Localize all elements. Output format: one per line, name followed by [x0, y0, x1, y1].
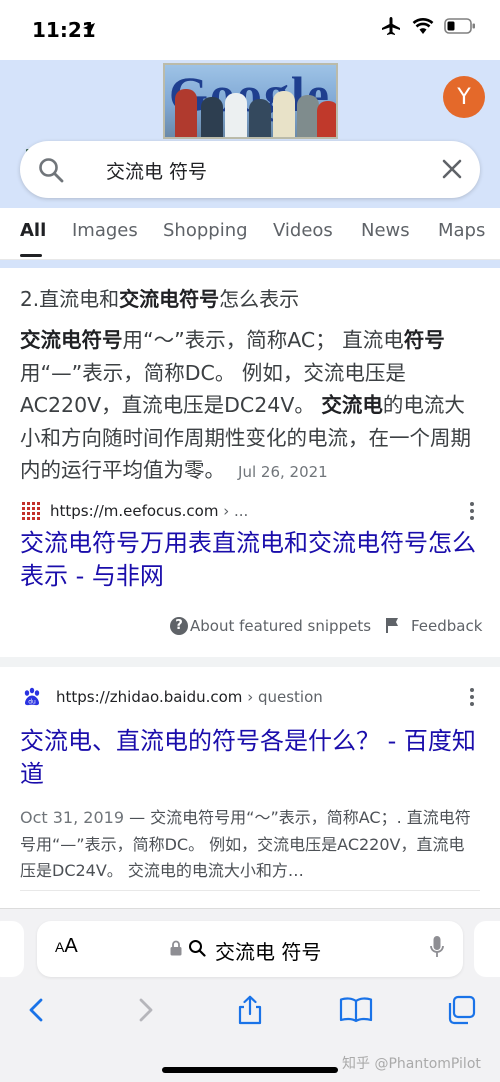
result-source[interactable]: https://m.eefocus.com › ...	[20, 500, 480, 522]
source-url[interactable]: https://zhidao.baidu.com › question	[56, 688, 323, 706]
search-input[interactable]: 交流电 符号	[106, 157, 207, 184]
lock-icon	[170, 940, 182, 956]
doodle-figure	[225, 93, 247, 137]
featured-snippet-text: 交流电符号用“～”表示，简称AC； 直流电符号用“—”表示，简称DC。 例如，交…	[20, 324, 480, 489]
search-box[interactable]: 交流电 符号	[20, 141, 480, 198]
tab-news[interactable]: News	[361, 220, 410, 241]
address-text[interactable]: 交流电 符号	[215, 936, 321, 965]
svg-text:du: du	[28, 699, 36, 706]
active-tab-indicator	[20, 254, 42, 257]
next-tab-preview[interactable]	[474, 921, 500, 977]
source-path: › ...	[218, 502, 249, 520]
tab-maps[interactable]: Maps	[438, 220, 485, 241]
aa-big: A	[64, 935, 78, 957]
snippet-bold: 交流电符号	[20, 328, 123, 352]
safari-toolbar	[0, 989, 500, 1033]
search-icon	[189, 940, 206, 957]
feedback-link[interactable]: Feedback	[411, 617, 482, 635]
forward-icon[interactable]	[130, 995, 160, 1025]
heading-bold: 交流电符号	[119, 287, 220, 311]
doodle-figure	[273, 91, 295, 137]
snippet-bold: 交流电	[321, 393, 383, 418]
account-avatar[interactable]: Y	[443, 76, 485, 118]
search-icon[interactable]	[37, 156, 65, 184]
result-separator	[20, 890, 480, 891]
bookmarks-icon[interactable]	[339, 995, 373, 1025]
doodle-figure	[175, 89, 197, 137]
wifi-icon	[412, 18, 434, 34]
tab-images[interactable]: Images	[72, 220, 138, 241]
doodle-figure	[317, 101, 336, 137]
source-path: › question	[242, 688, 323, 706]
tab-shopping[interactable]: Shopping	[163, 220, 248, 241]
safari-bottom-bar: AA 交流电 符号 知乎 @PhantomPilot	[0, 908, 500, 1082]
battery-icon	[444, 18, 475, 34]
featured-snippet-heading: 2.直流电和交流电符号怎么表示	[20, 283, 299, 312]
watermark: 知乎 @PhantomPilot	[342, 1056, 481, 1072]
featured-snippet-footer: ? About featured snippets Feedback	[170, 615, 490, 637]
home-indicator[interactable]	[162, 1067, 338, 1073]
close-icon[interactable]	[440, 157, 464, 181]
back-icon[interactable]	[22, 995, 52, 1025]
baidu-paw-icon: du	[24, 687, 40, 706]
result-date: Oct 31, 2019	[20, 808, 124, 827]
doodle-figure	[201, 97, 223, 137]
google-doodle[interactable]: Google	[163, 63, 338, 139]
tab-all[interactable]: All	[20, 220, 46, 241]
section-divider	[0, 657, 500, 667]
result-snippet: Oct 31, 2019 — 交流电符号用“～”表示，简称AC；. 直流电符号用…	[20, 805, 480, 885]
reader-options-button[interactable]: AA	[55, 935, 78, 958]
share-icon[interactable]	[235, 995, 265, 1025]
more-options-icon[interactable]	[470, 502, 474, 520]
doodle-figure	[297, 95, 319, 137]
snippet-text: 用“～”表示，简称AC； 直流电	[122, 328, 404, 352]
location-arrow-icon	[83, 23, 95, 35]
tab-videos[interactable]: Videos	[273, 220, 333, 241]
source-domain: https://zhidao.baidu.com	[56, 688, 243, 706]
heading-suffix: 怎么表示	[219, 287, 300, 311]
heading-prefix: 2.直流电和	[20, 287, 120, 311]
result-title-link[interactable]: 交流电、直流电的符号各是什么？ - 百度知道	[20, 725, 480, 791]
question-icon[interactable]: ?	[170, 617, 188, 635]
tabs-icon[interactable]	[446, 995, 476, 1025]
microphone-icon[interactable]	[429, 935, 445, 961]
aa-small: A	[55, 939, 65, 955]
snippet-bold: 符号	[403, 328, 445, 352]
status-icons	[380, 16, 476, 36]
search-tabs: All Images Shopping Videos News Maps	[0, 208, 500, 260]
airplane-icon	[382, 17, 400, 35]
more-options-icon[interactable]	[470, 688, 474, 706]
snippet-date: Jul 26, 2021	[238, 463, 328, 482]
eefocus-favicon-icon	[20, 502, 40, 522]
status-bar: 11:21	[0, 0, 500, 60]
about-featured-snippets-link[interactable]: About featured snippets	[190, 617, 371, 635]
address-bar[interactable]: AA 交流电 符号	[37, 921, 463, 977]
result-title-link[interactable]: 交流电符号万用表直流电和交流电符号怎么表示 - 与非网	[20, 527, 480, 593]
doodle-figure	[249, 99, 271, 137]
source-domain: https://m.eefocus.com	[50, 502, 219, 520]
result-source[interactable]: du https://zhidao.baidu.com › question	[20, 686, 480, 708]
source-url[interactable]: https://m.eefocus.com › ...	[50, 502, 248, 520]
flag-icon[interactable]	[384, 616, 400, 634]
previous-tab-preview[interactable]	[0, 921, 24, 977]
